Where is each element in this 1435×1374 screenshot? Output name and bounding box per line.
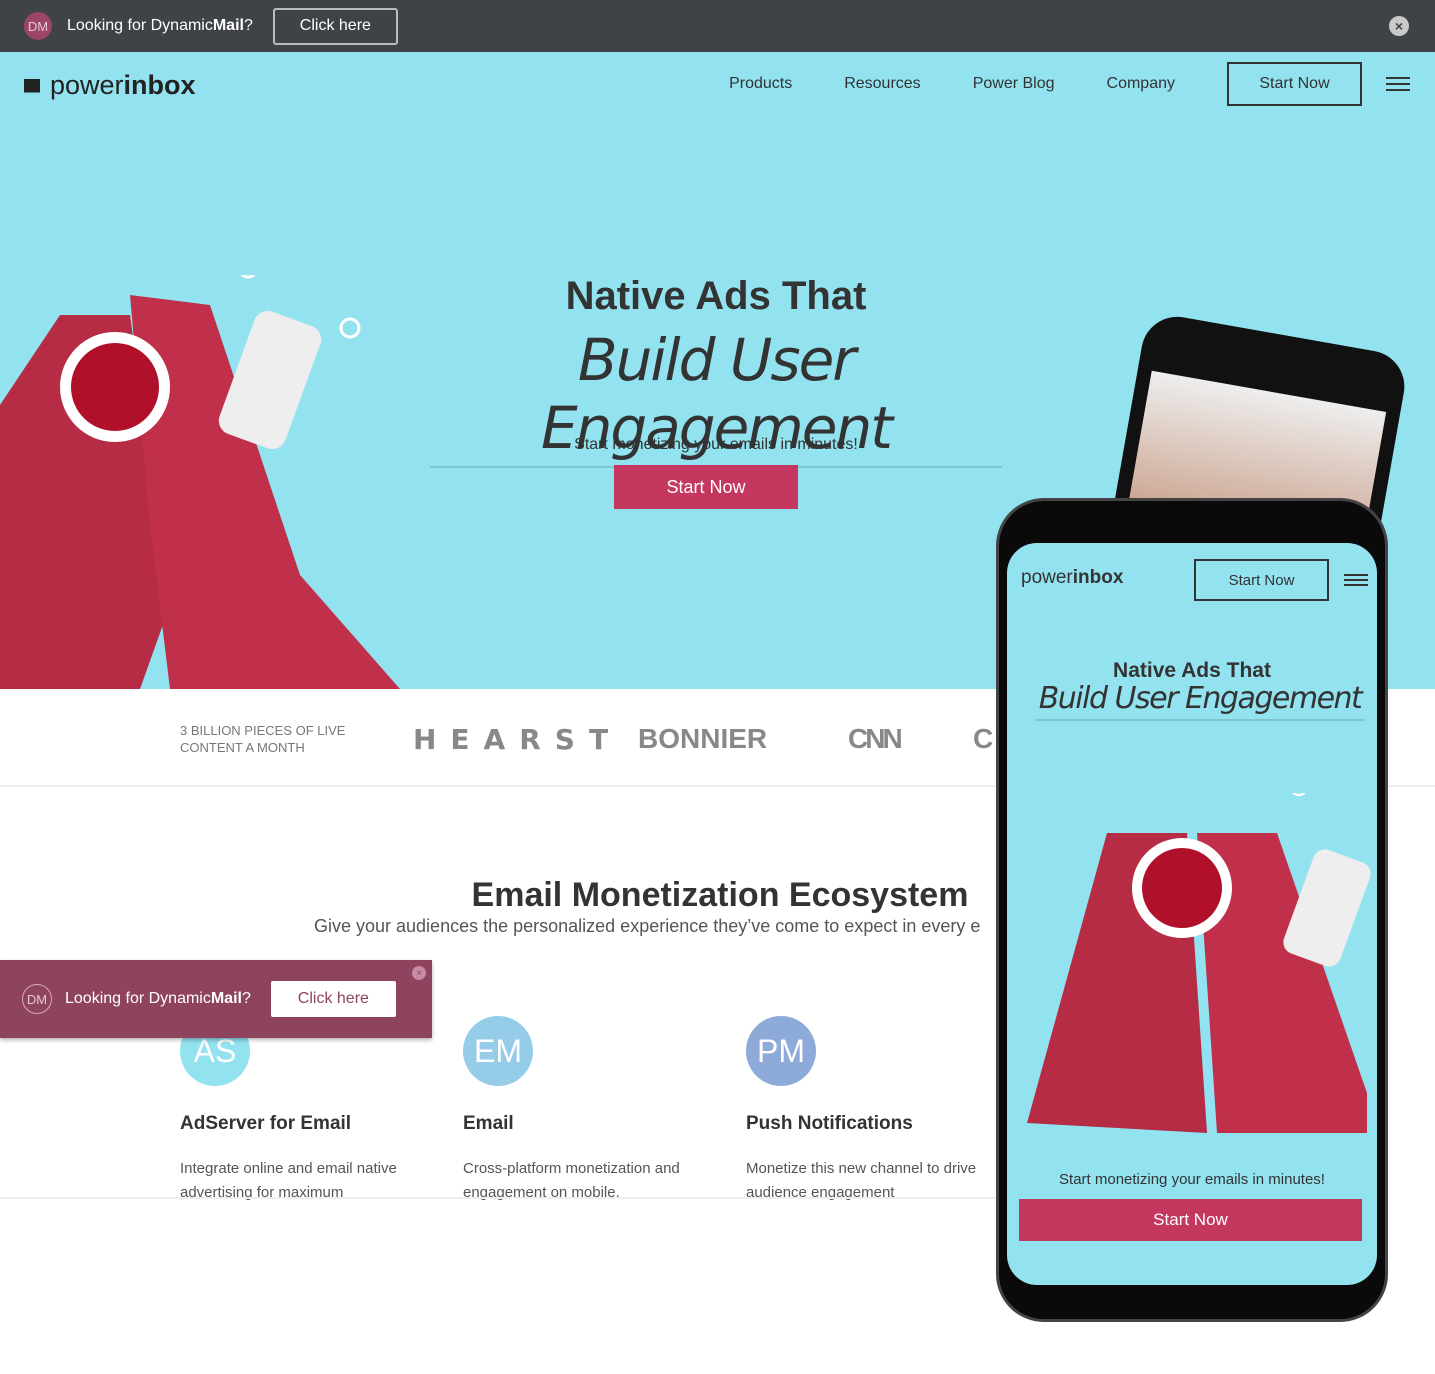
nav-products[interactable]: Products: [729, 75, 792, 93]
logo-bold: inbox: [1072, 567, 1124, 588]
card-title: AdServer for Email: [180, 1113, 352, 1134]
hamburger-icon: [1344, 571, 1368, 589]
message-prefix: Looking for Dynamic: [65, 990, 211, 1007]
message-bold: Mail: [210, 990, 242, 1007]
close-circle-icon[interactable]: ×: [1389, 16, 1409, 36]
logo-light: power: [50, 70, 124, 100]
hamburger-icon[interactable]: [1386, 73, 1410, 95]
content-claim: 3 BILLION PIECES OF LIVE CONTENT A MONTH: [180, 722, 345, 756]
claim-line: CONTENT A MONTH: [180, 740, 305, 755]
powerinbox-logo[interactable]: power inbox: [24, 70, 196, 101]
message-prefix: Looking for Dynamic: [67, 17, 213, 34]
hero-start-now-button[interactable]: Start Now: [614, 465, 798, 509]
hearst-logo: HEARST: [413, 723, 623, 756]
logo-light: power: [1021, 567, 1073, 588]
message-suffix: ?: [243, 17, 253, 34]
push-badge: PM: [746, 1016, 816, 1086]
announcement-bar: DM Looking for DynamicMail? Click here ×: [0, 0, 1435, 52]
message-suffix: ?: [241, 990, 251, 1007]
hero-tagline: Start monetizing your emails in minutes!: [574, 436, 858, 453]
hero-title: Native Ads That: [565, 274, 867, 318]
phone-mockup: powerinbox Start Now Native Ads That Bui…: [996, 498, 1388, 1322]
phone-start-now-button: Start Now: [1194, 559, 1329, 601]
email-badge: EM: [463, 1016, 533, 1086]
card-title: Push Notifications: [746, 1113, 913, 1134]
ecosystem-subtitle: Give your audiences the personalized exp…: [314, 916, 981, 936]
popup-click-here-button[interactable]: Click here: [270, 981, 396, 1017]
phone-screen: powerinbox Start Now Native Ads That Bui…: [1007, 543, 1377, 1285]
divider: [0, 1197, 1000, 1199]
cnn-logo: CNN: [848, 723, 903, 754]
dynamicmail-avatar: DM: [22, 984, 52, 1014]
phone-start-now-cta: Start Now: [1019, 1199, 1362, 1241]
product-card-email[interactable]: EM Email Cross-platform monetization and…: [463, 1016, 703, 1205]
close-icon[interactable]: ×: [412, 966, 426, 980]
partial-logo: C: [973, 723, 994, 754]
socks-tea-image: [1027, 793, 1371, 1133]
click-here-button[interactable]: Click here: [272, 7, 398, 45]
socks-tea-image: [0, 275, 400, 689]
popup-message: Looking for DynamicMail?: [65, 990, 251, 1008]
product-card-push[interactable]: PM Push Notifications Monetize this new …: [746, 1016, 986, 1205]
main-nav: Products Resources Power Blog Company St…: [729, 62, 1435, 106]
message-bold: Mail: [212, 17, 244, 34]
announcement-message: Looking for DynamicMail?: [67, 17, 253, 35]
dynamicmail-popup: DM Looking for DynamicMail? Click here ×: [0, 960, 432, 1038]
phone-tagline: Start monetizing your emails in minutes!: [1059, 1171, 1325, 1188]
claim-line: 3 BILLION PIECES OF LIVE: [180, 723, 346, 738]
card-title: Email: [463, 1113, 514, 1134]
phone-subtitle: Build User Engagement: [1035, 681, 1365, 721]
nav-power-blog[interactable]: Power Blog: [973, 75, 1055, 93]
product-card-adserver[interactable]: AS AdServer for Email Integrate online a…: [180, 1016, 420, 1205]
bonnier-logo: BONNIER: [638, 723, 768, 754]
logo-bold: inbox: [123, 70, 196, 100]
envelope-icon: [24, 78, 40, 93]
nav-company[interactable]: Company: [1107, 75, 1175, 93]
dynamicmail-avatar: DM: [24, 12, 52, 40]
phone-logo: powerinbox: [1021, 567, 1123, 589]
phone-title: Native Ads That: [1113, 659, 1271, 682]
start-now-button[interactable]: Start Now: [1227, 62, 1362, 106]
nav-resources[interactable]: Resources: [844, 75, 920, 93]
